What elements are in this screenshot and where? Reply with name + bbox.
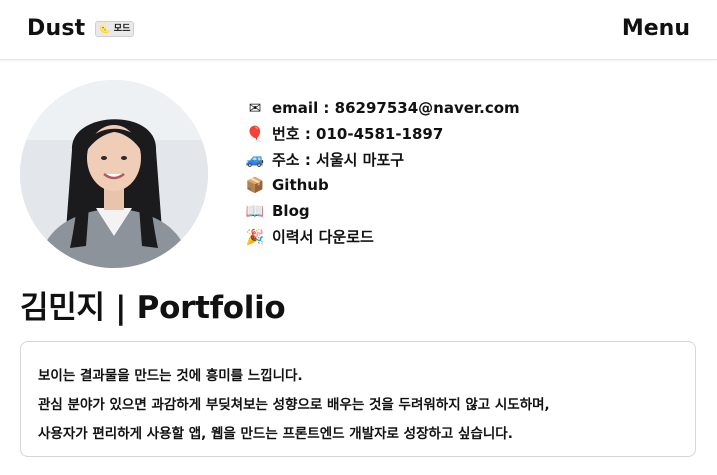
contact-blog[interactable]: 📖 Blog bbox=[245, 198, 520, 224]
github-link[interactable]: Github bbox=[272, 176, 329, 194]
contact-list: ✉ email : 86297534@naver.com 🎈 번호 : 010-… bbox=[245, 95, 520, 250]
moon-icon: 🌜 bbox=[99, 22, 112, 34]
intro-line: 관심 분야가 있으면 과감하게 부딪쳐보는 성향으로 배우는 것을 두려워하지 … bbox=[38, 397, 550, 413]
intro-line: 보이는 결과물을 만드는 것에 흥미를 느낍니다. bbox=[38, 368, 303, 384]
avatar bbox=[20, 80, 208, 268]
intro-card: 보이는 결과물을 만드는 것에 흥미를 느낍니다. 관심 분야가 있으면 과감하… bbox=[20, 341, 696, 457]
profile-photo bbox=[20, 80, 208, 268]
contact-phone-text: 번호 : 010-4581-1897 bbox=[272, 125, 444, 144]
contact-github[interactable]: 📦 Github bbox=[245, 172, 520, 198]
brand: Dust 🌜 모드 bbox=[27, 16, 135, 41]
contact-email: ✉ email : 86297534@naver.com bbox=[245, 95, 520, 121]
mode-label: 모드 bbox=[113, 23, 131, 34]
contact-email-text: email : 86297534@naver.com bbox=[272, 98, 520, 117]
mode-toggle[interactable]: 🌜 모드 bbox=[95, 20, 135, 37]
book-icon: 📖 bbox=[245, 202, 265, 221]
brand-name[interactable]: Dust bbox=[27, 16, 85, 41]
contact-phone: 🎈 번호 : 010-4581-1897 bbox=[245, 121, 520, 147]
site-header: Dust 🌜 모드 Menu bbox=[0, 0, 717, 60]
contact-resume[interactable]: 🎉 이력서 다운로드 bbox=[245, 224, 520, 250]
envelope-icon: ✉ bbox=[248, 98, 262, 117]
intro-line: 사용자가 편리하게 사용할 앱, 웹을 만드는 프론트엔드 개발자로 성장하고 … bbox=[38, 426, 513, 442]
resume-download-link[interactable]: 이력서 다운로드 bbox=[272, 226, 374, 247]
contact-address: 🚙 주소 : 서울시 마포구 bbox=[245, 147, 520, 173]
balloon-icon: 🎈 bbox=[245, 124, 265, 143]
menu-button[interactable]: Menu bbox=[622, 16, 690, 41]
blog-link[interactable]: Blog bbox=[272, 202, 310, 220]
package-icon: 📦 bbox=[245, 176, 265, 195]
contact-address-text: 주소 : 서울시 마포구 bbox=[272, 150, 405, 169]
page-title: 김민지 | Portfolio bbox=[20, 290, 286, 326]
party-popper-icon: 🎉 bbox=[245, 227, 265, 246]
car-icon: 🚙 bbox=[245, 150, 265, 169]
